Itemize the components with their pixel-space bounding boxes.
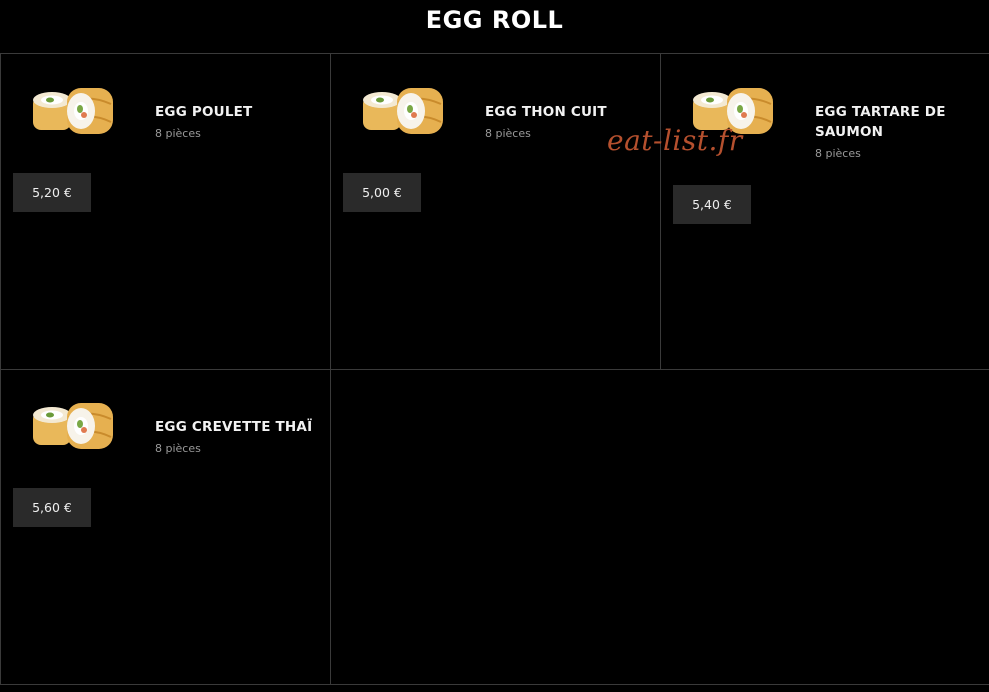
product-grid: EGG POULET 8 pièces 5,20 € EGG THON CUIT… <box>0 53 989 685</box>
price-button[interactable]: 5,40 € <box>673 185 751 224</box>
menu-page: EGG ROLL EGG POULET 8 pièces 5,20 € EGG … <box>0 0 989 692</box>
product-name: EGG CREVETTE THAÏ <box>155 419 313 435</box>
product-name: EGG POULET <box>155 104 253 120</box>
product-pieces: 8 pièces <box>155 442 201 455</box>
product-card[interactable]: EGG POULET 8 pièces 5,20 € <box>0 54 331 370</box>
egg-roll-image <box>33 88 113 134</box>
product-pieces: 8 pièces <box>815 147 861 160</box>
empty-cell <box>330 369 989 684</box>
price-button[interactable]: 5,20 € <box>13 173 91 212</box>
watermark-text: eat-list.fr <box>607 124 743 157</box>
product-card[interactable]: EGG THON CUIT 8 pièces 5,00 € <box>330 54 661 370</box>
product-name: EGG TARTARE DE SAUMON <box>815 104 946 140</box>
product-card[interactable]: EGG TARTARE DE SAUMON 8 pièces 5,40 € <box>660 54 989 370</box>
product-name: EGG THON CUIT <box>485 104 607 120</box>
price-button[interactable]: 5,00 € <box>343 173 421 212</box>
page-title: EGG ROLL <box>425 6 564 34</box>
egg-roll-image <box>33 403 113 449</box>
price-button[interactable]: 5,60 € <box>13 488 91 527</box>
egg-roll-image <box>363 88 443 134</box>
product-pieces: 8 pièces <box>155 127 201 140</box>
product-pieces: 8 pièces <box>485 127 531 140</box>
product-card[interactable]: EGG CREVETTE THAÏ 8 pièces 5,60 € <box>0 369 331 684</box>
